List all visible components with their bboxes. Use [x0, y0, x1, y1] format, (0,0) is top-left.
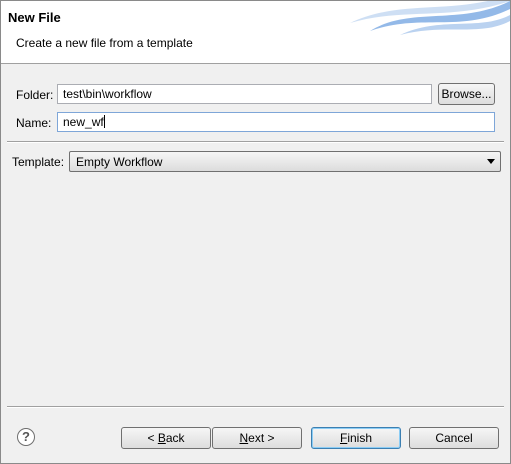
- folder-value: test\bin\workflow: [63, 87, 152, 101]
- back-button[interactable]: < Back: [121, 427, 211, 449]
- next-rest: ext >: [248, 431, 275, 445]
- name-value: new_wf: [63, 115, 104, 129]
- name-input[interactable]: new_wf: [57, 112, 495, 132]
- browse-button[interactable]: Browse...: [438, 83, 495, 105]
- help-icon[interactable]: ?: [17, 428, 35, 446]
- finish-button[interactable]: Finish: [311, 427, 401, 449]
- back-prefix: <: [147, 431, 158, 445]
- template-select[interactable]: Empty Workflow: [69, 151, 501, 172]
- chevron-down-icon[interactable]: [487, 159, 495, 164]
- separator: [7, 141, 504, 143]
- cancel-button[interactable]: Cancel: [409, 427, 499, 449]
- template-label: Template:: [12, 155, 65, 169]
- name-label: Name:: [16, 116, 52, 130]
- template-selected-value: Empty Workflow: [76, 155, 163, 169]
- page-description: Create a new file from a template: [16, 36, 193, 50]
- next-button[interactable]: Next >: [212, 427, 302, 449]
- banner-graphic: [350, 1, 510, 35]
- folder-input[interactable]: test\bin\workflow: [57, 84, 432, 104]
- new-file-dialog: New File Create a new file from a templa…: [0, 0, 511, 464]
- footer-separator: [7, 406, 504, 408]
- back-rest: ack: [165, 431, 185, 445]
- next-mnemonic: N: [239, 431, 249, 445]
- finish-rest: inish: [347, 431, 373, 445]
- back-mnemonic: B: [157, 431, 166, 445]
- folder-label: Folder:: [16, 88, 54, 102]
- page-title: New File: [8, 10, 61, 25]
- text-caret: [103, 115, 105, 128]
- dialog-header: New File Create a new file from a templa…: [1, 1, 510, 64]
